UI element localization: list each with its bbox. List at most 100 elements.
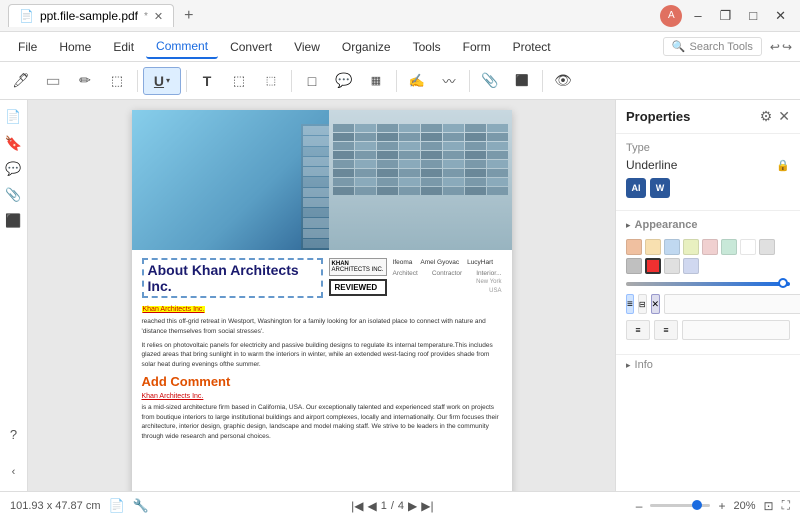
panel-close-button[interactable]: ✕ xyxy=(778,108,790,125)
highlight-tool-button[interactable]: ▭ xyxy=(38,67,68,95)
color-swatch-3[interactable] xyxy=(683,239,699,255)
menu-file[interactable]: File xyxy=(8,36,47,58)
toolbar-redo[interactable]: ↪ xyxy=(782,40,792,54)
zoom-slider[interactable] xyxy=(650,504,710,507)
word-button[interactable]: W xyxy=(650,178,670,198)
collapse-left-button[interactable]: ‹ xyxy=(3,461,25,483)
ai-button[interactable]: AI xyxy=(626,178,646,198)
color-swatch-9[interactable] xyxy=(645,258,661,274)
stamp-tool-button[interactable]: ⬚ xyxy=(256,67,286,95)
help-icon: ? xyxy=(10,427,17,442)
pencil-tool-button[interactable]: ✏ xyxy=(70,67,100,95)
menu-comment[interactable]: Comment xyxy=(146,35,218,59)
pen-tool-button[interactable]: 🖊 xyxy=(6,67,36,95)
style-input[interactable] xyxy=(664,294,800,314)
color-swatch-5[interactable] xyxy=(721,239,737,255)
drawing-tool-button[interactable]: 〰 xyxy=(434,67,464,95)
tab-label: ppt.file-sample.pdf xyxy=(40,9,138,23)
callout-icon: 💬 xyxy=(335,72,352,89)
tab-close-button[interactable]: ✕ xyxy=(154,10,163,23)
bookmarks-panel-button[interactable]: 🔖 xyxy=(3,132,25,154)
info-label: Info xyxy=(635,359,653,371)
menu-tools[interactable]: Tools xyxy=(403,36,451,58)
stamp-icon: ⬚ xyxy=(266,74,276,87)
text-tool-button[interactable]: T xyxy=(192,67,222,95)
info-collapse[interactable]: ▸ xyxy=(626,360,631,371)
layers-panel-button[interactable]: ⬛ xyxy=(3,210,25,232)
menu-view[interactable]: View xyxy=(284,36,330,58)
menu-organize[interactable]: Organize xyxy=(332,36,401,58)
style-btn-2[interactable]: ✕ xyxy=(651,294,661,314)
menu-convert[interactable]: Convert xyxy=(220,36,282,58)
signature-tool-button[interactable]: ✍ xyxy=(402,67,432,95)
drawing-icon: 〰 xyxy=(442,71,455,90)
opacity-row xyxy=(626,282,790,286)
close-button[interactable]: ✕ xyxy=(769,6,792,26)
style-btn-0[interactable]: ≡ xyxy=(626,294,634,314)
color-swatch-4[interactable] xyxy=(702,239,718,255)
sep3 xyxy=(291,70,292,92)
color-swatch-7[interactable] xyxy=(759,239,775,255)
attach-tool-button[interactable]: 📎 xyxy=(475,67,505,95)
panel-settings-button[interactable]: ⚙ xyxy=(760,108,773,125)
textbox-tool-button[interactable]: ⬚ xyxy=(224,67,254,95)
opacity-slider[interactable] xyxy=(626,282,790,286)
markup-tool-button[interactable]: ▦ xyxy=(361,67,391,95)
rectangle-tool-button[interactable]: □ xyxy=(297,67,327,95)
underline-tool-button[interactable]: U ▾ xyxy=(143,67,181,95)
color-swatch-6[interactable] xyxy=(740,239,756,255)
fit-page-button[interactable]: ⊡ xyxy=(764,499,774,513)
zoom-in-button[interactable]: + xyxy=(718,499,725,513)
restore-button[interactable]: ❐ xyxy=(714,6,738,26)
appearance-collapse[interactable]: ▸ xyxy=(626,220,631,231)
callout-tool-button[interactable]: 💬 xyxy=(329,67,359,95)
page-current: 1 xyxy=(381,500,387,512)
help-button[interactable]: ? xyxy=(3,423,25,445)
first-page-button[interactable]: |◀ xyxy=(351,499,363,513)
markup-icon: ▦ xyxy=(371,74,381,87)
menu-edit[interactable]: Edit xyxy=(103,36,144,58)
info-section: ▸ Info xyxy=(616,355,800,375)
style-btn-1[interactable]: ⊟ xyxy=(638,294,647,314)
pages-panel-button[interactable]: 📄 xyxy=(3,106,25,128)
menu-bar: File Home Edit Comment Convert View Orga… xyxy=(0,32,800,62)
color-swatch-10[interactable] xyxy=(664,258,680,274)
tab-modified: * xyxy=(144,11,148,22)
eraser-tool-button[interactable]: ⬚ xyxy=(102,67,132,95)
menu-protect[interactable]: Protect xyxy=(503,36,561,58)
color-swatch-1[interactable] xyxy=(645,239,661,255)
color-swatch-0[interactable] xyxy=(626,239,642,255)
color-swatch-2[interactable] xyxy=(664,239,680,255)
pdf-page: ⚙ xyxy=(132,110,512,491)
rectangle-icon: □ xyxy=(308,73,316,89)
type-value: Underline xyxy=(626,158,677,172)
toolbar-undo[interactable]: ↩ xyxy=(770,40,780,54)
comments-panel-button[interactable]: 💬 xyxy=(3,158,25,180)
maximize-button[interactable]: □ xyxy=(743,6,763,25)
style-btn-line-0[interactable]: ≡ xyxy=(626,320,650,340)
new-tab-button[interactable]: + xyxy=(178,5,199,27)
attachments-panel-button[interactable]: 📎 xyxy=(3,184,25,206)
minimize-button[interactable]: – xyxy=(688,6,707,25)
main-area: 📄 🔖 💬 📎 ⬛ ? ‹ ⚙ xyxy=(0,100,800,491)
last-page-button[interactable]: ▶| xyxy=(421,499,433,513)
content-area[interactable]: ⚙ xyxy=(28,100,615,491)
pencil-icon: ✏ xyxy=(79,72,91,89)
status-icon-2: 🔧 xyxy=(133,498,149,514)
signature-icon: ✍ xyxy=(409,73,425,89)
pdf-tab[interactable]: 📄 ppt.file-sample.pdf * ✕ xyxy=(8,4,174,27)
menu-home[interactable]: Home xyxy=(49,36,101,58)
style-input-2[interactable] xyxy=(682,320,790,340)
zoom-out-button[interactable]: – xyxy=(636,499,643,513)
eye-tool-button[interactable]: 👁 xyxy=(548,67,578,95)
properties-panel-header: Properties ⚙ ✕ xyxy=(616,100,800,134)
menu-form[interactable]: Form xyxy=(453,36,501,58)
fullscreen-button[interactable]: ⛶ xyxy=(782,498,790,513)
search-tools[interactable]: 🔍 Search Tools xyxy=(663,37,762,56)
style-btn-line-1[interactable]: ≡ xyxy=(654,320,678,340)
prev-page-button[interactable]: ◀ xyxy=(367,499,376,513)
next-page-button[interactable]: ▶ xyxy=(408,499,417,513)
color-swatch-11[interactable] xyxy=(683,258,699,274)
color-swatch-8[interactable] xyxy=(626,258,642,274)
redact-tool-button[interactable]: ⬛ xyxy=(507,67,537,95)
